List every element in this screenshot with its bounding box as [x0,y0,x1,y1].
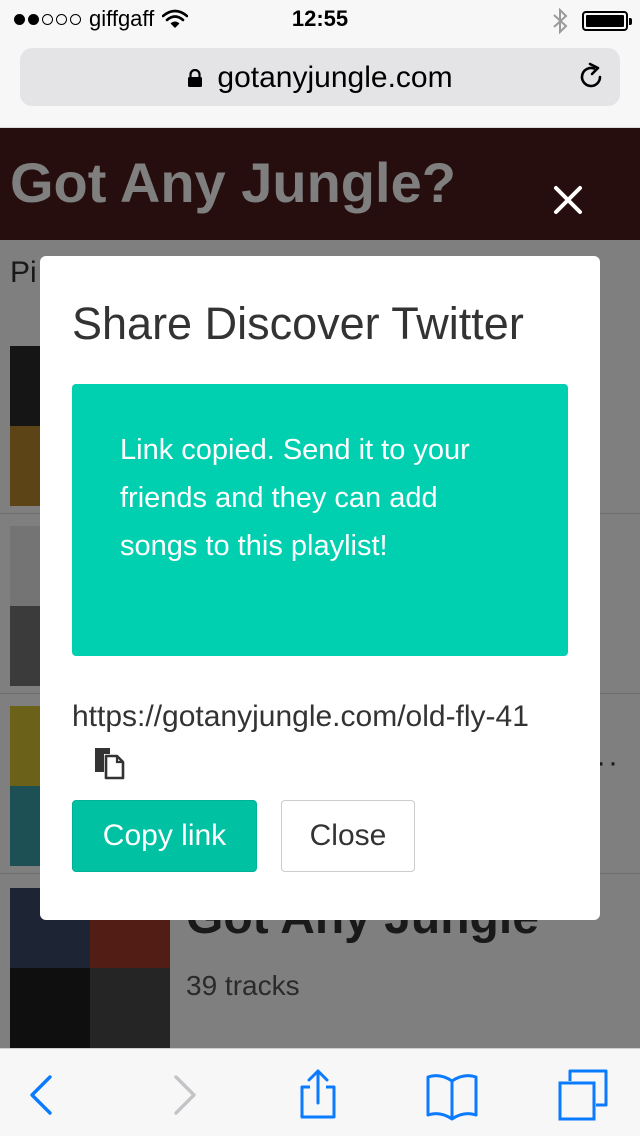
bluetooth-icon [553,8,568,34]
close-icon[interactable] [550,182,586,218]
share-url[interactable]: https://gotanyjungle.com/old-fly-41 [72,700,529,733]
reload-icon[interactable] [576,62,606,92]
battery-icon [582,11,632,31]
share-url-container: https://gotanyjungle.com/old-fly-41 [72,694,572,786]
copy-icon[interactable] [92,746,126,780]
bookmarks-icon[interactable] [424,1069,480,1121]
browser-address-area: gotanyjungle.com [0,40,640,128]
status-bar: giffgaff 12:55 [0,0,640,40]
browser-toolbar [0,1048,640,1136]
close-button[interactable]: Close [281,800,415,872]
address-url: gotanyjungle.com [217,61,453,94]
tabs-icon[interactable] [556,1069,612,1121]
address-bar[interactable]: gotanyjungle.com [20,48,620,106]
modal-title: Share Discover Twitter [72,298,524,349]
status-time: 12:55 [291,6,349,31]
link-copied-alert: Link copied. Send it to your friends and… [72,384,568,656]
copy-link-button[interactable]: Copy link [72,800,257,872]
share-icon[interactable] [290,1069,346,1121]
forward-icon[interactable] [156,1069,212,1121]
share-modal: Share Discover Twitter Link copied. Send… [40,256,600,920]
back-icon[interactable] [16,1069,72,1121]
